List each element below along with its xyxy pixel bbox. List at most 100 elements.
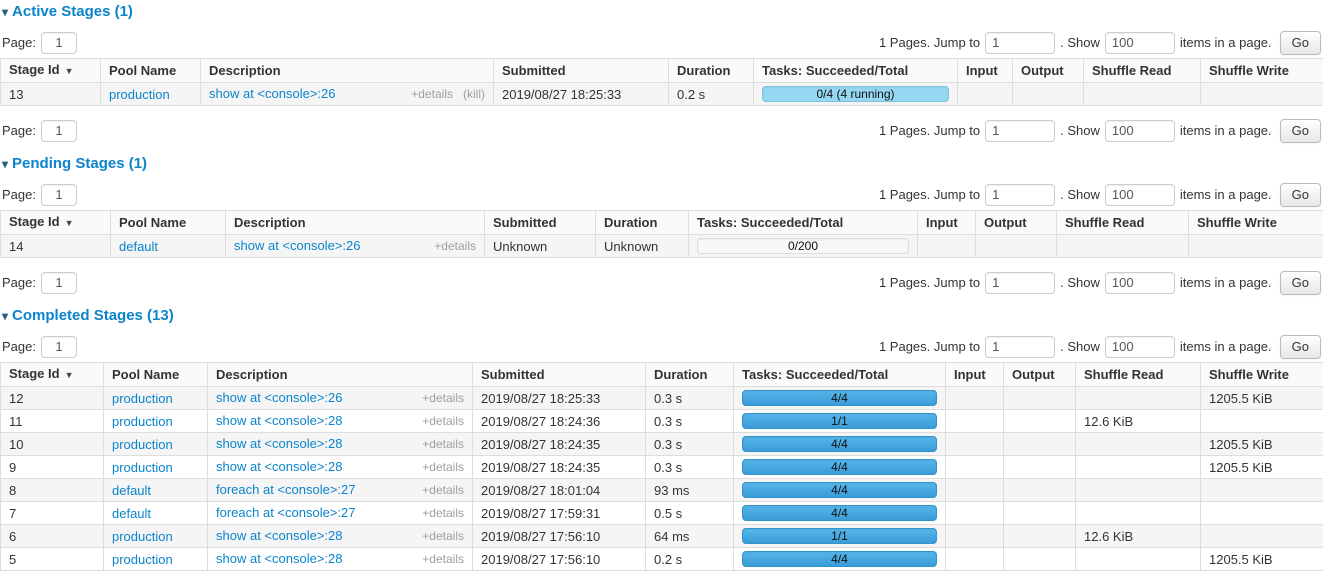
pool-name-link[interactable]: production: [112, 552, 173, 567]
column-header-pool[interactable]: Pool Name: [104, 363, 208, 387]
jump-to-input[interactable]: [985, 120, 1055, 142]
pool-name-link[interactable]: production: [112, 460, 173, 475]
pool-name-link[interactable]: production: [109, 87, 170, 102]
go-button[interactable]: Go: [1280, 31, 1321, 55]
column-header-shuffle_write[interactable]: Shuffle Write: [1201, 59, 1323, 83]
stage-description-link[interactable]: show at <console>:26: [209, 86, 335, 101]
go-button[interactable]: Go: [1280, 119, 1321, 143]
column-header-desc[interactable]: Description: [201, 59, 494, 83]
go-button[interactable]: Go: [1280, 271, 1321, 295]
column-header-submitted[interactable]: Submitted: [485, 211, 596, 235]
details-toggle-link[interactable]: +details: [422, 391, 464, 406]
stage-description-link[interactable]: show at <console>:28: [216, 459, 342, 474]
details-toggle-link[interactable]: +details: [422, 437, 464, 452]
column-header-input[interactable]: Input: [946, 363, 1004, 387]
pool-name-link[interactable]: production: [112, 437, 173, 452]
column-header-output[interactable]: Output: [1013, 59, 1084, 83]
column-header-shuffle_read[interactable]: Shuffle Read: [1057, 211, 1189, 235]
jump-to-input[interactable]: [985, 336, 1055, 358]
column-header-shuffle_write[interactable]: Shuffle Write: [1189, 211, 1323, 235]
column-header-shuffle_read[interactable]: Shuffle Read: [1076, 363, 1201, 387]
stage-description-link[interactable]: show at <console>:26: [234, 238, 360, 253]
details-toggle-link[interactable]: +details: [422, 529, 464, 544]
jump-to-input[interactable]: [985, 184, 1055, 206]
column-header-desc[interactable]: Description: [208, 363, 473, 387]
go-button[interactable]: Go: [1280, 183, 1321, 207]
section-title-pending[interactable]: ▾Pending Stages (1): [2, 155, 1323, 172]
page-number-input[interactable]: [41, 120, 77, 142]
details-toggle-link[interactable]: +details: [422, 414, 464, 429]
show-count-input[interactable]: [1105, 272, 1175, 294]
stage-description-link[interactable]: show at <console>:28: [216, 413, 342, 428]
column-header-stage_id[interactable]: Stage Id▼: [1, 363, 104, 387]
column-header-label: Duration: [604, 215, 657, 230]
show-count-input[interactable]: [1105, 336, 1175, 358]
show-count-input[interactable]: [1105, 32, 1175, 54]
column-header-tasks[interactable]: Tasks: Succeeded/Total: [754, 59, 958, 83]
tasks-cell: 4/4: [734, 433, 946, 456]
column-header-stage_id[interactable]: Stage Id▼: [1, 211, 111, 235]
page-number-input[interactable]: [41, 32, 77, 54]
column-header-desc[interactable]: Description: [226, 211, 485, 235]
pool-name-link[interactable]: default: [112, 506, 151, 521]
column-header-tasks[interactable]: Tasks: Succeeded/Total: [689, 211, 918, 235]
column-header-tasks[interactable]: Tasks: Succeeded/Total: [734, 363, 946, 387]
column-header-shuffle_write[interactable]: Shuffle Write: [1201, 363, 1323, 387]
description-wrap: foreach at <console>:27 +details: [216, 482, 464, 498]
description-wrap: show at <console>:26 +details: [234, 238, 476, 254]
column-header-pool[interactable]: Pool Name: [101, 59, 201, 83]
stage-description-link[interactable]: foreach at <console>:27: [216, 482, 356, 497]
duration-value: 93 ms: [654, 483, 689, 498]
tasks-progress-label: 0/200: [788, 239, 818, 253]
details-toggle-link[interactable]: +details: [411, 87, 453, 102]
details-toggle-link[interactable]: +details: [434, 239, 476, 254]
shuffle-read-cell: [1084, 83, 1201, 106]
column-header-duration[interactable]: Duration: [596, 211, 689, 235]
column-header-output[interactable]: Output: [976, 211, 1057, 235]
tasks-progress-label: 4/4: [831, 391, 848, 405]
show-count-input[interactable]: [1105, 184, 1175, 206]
column-header-output[interactable]: Output: [1004, 363, 1076, 387]
kill-link[interactable]: (kill): [463, 87, 485, 102]
jump-to-input[interactable]: [985, 272, 1055, 294]
page-number-input[interactable]: [41, 272, 77, 294]
section-title-active[interactable]: ▾Active Stages (1): [2, 3, 1323, 20]
column-header-input[interactable]: Input: [958, 59, 1013, 83]
stage-description-link[interactable]: show at <console>:28: [216, 436, 342, 451]
stage-description-link[interactable]: show at <console>:26: [216, 390, 342, 405]
submitted-cell: 2019/08/27 18:25:33: [494, 83, 669, 106]
column-header-stage_id[interactable]: Stage Id▼: [1, 59, 101, 83]
section-title-label: Completed Stages (13): [12, 307, 174, 324]
section-title-completed[interactable]: ▾Completed Stages (13): [2, 307, 1323, 324]
shuffle-read-cell: [1076, 456, 1201, 479]
details-toggle-link[interactable]: +details: [422, 483, 464, 498]
page-number-input[interactable]: [41, 184, 77, 206]
stage-description-link[interactable]: foreach at <console>:27: [216, 505, 356, 520]
column-header-shuffle_read[interactable]: Shuffle Read: [1084, 59, 1201, 83]
details-toggle-link[interactable]: +details: [422, 460, 464, 475]
stage-description-link[interactable]: show at <console>:28: [216, 528, 342, 543]
items-per-page-text: items in a page.: [1180, 339, 1272, 354]
column-header-pool[interactable]: Pool Name: [111, 211, 226, 235]
tasks-progress-label: 1/1: [831, 529, 848, 543]
details-toggle-link[interactable]: +details: [422, 552, 464, 567]
pool-name-link[interactable]: production: [112, 391, 173, 406]
page-number-input[interactable]: [41, 336, 77, 358]
pool-name-link[interactable]: production: [112, 529, 173, 544]
pool-name-link[interactable]: default: [119, 239, 158, 254]
column-header-submitted[interactable]: Submitted: [494, 59, 669, 83]
column-header-label: Input: [966, 63, 998, 78]
column-header-duration[interactable]: Duration: [669, 59, 754, 83]
go-button[interactable]: Go: [1280, 335, 1321, 359]
pool-name-link[interactable]: production: [112, 414, 173, 429]
column-header-duration[interactable]: Duration: [646, 363, 734, 387]
details-toggle-link[interactable]: +details: [422, 506, 464, 521]
jump-to-input[interactable]: [985, 32, 1055, 54]
column-header-input[interactable]: Input: [918, 211, 976, 235]
show-count-input[interactable]: [1105, 120, 1175, 142]
table-header: Stage Id▼Pool NameDescriptionSubmittedDu…: [1, 59, 1323, 83]
description-wrap: show at <console>:28 +details: [216, 459, 464, 475]
stage-description-link[interactable]: show at <console>:28: [216, 551, 342, 566]
pool-name-link[interactable]: default: [112, 483, 151, 498]
column-header-submitted[interactable]: Submitted: [473, 363, 646, 387]
